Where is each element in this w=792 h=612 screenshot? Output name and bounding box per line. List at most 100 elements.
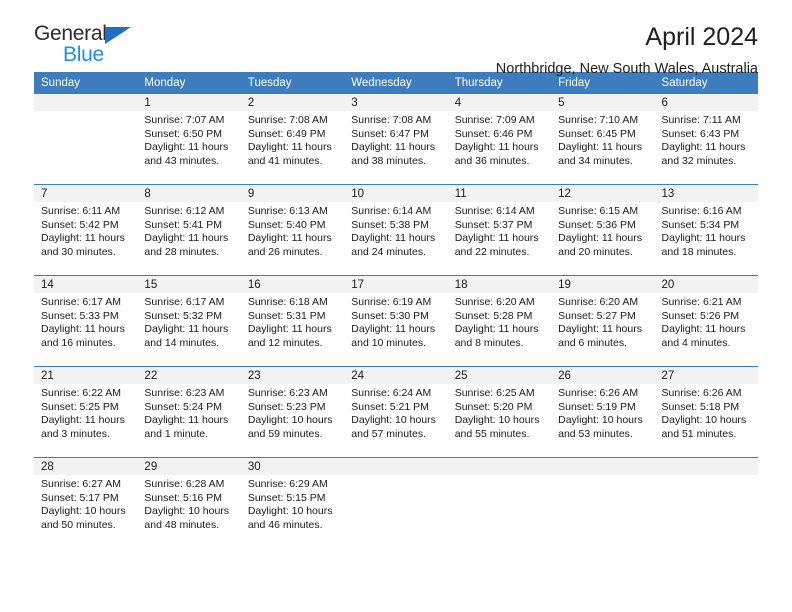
calendar-day-cell[interactable]: 11 Sunrise: 6:14 AM Sunset: 5:37 PM Dayligh… <box>447 184 552 276</box>
calendar-day-cell[interactable]: 30 Sunrise: 6:29 AM Sunset: 5:15 PM Dayligh… <box>240 457 345 548</box>
day-details: Sunrise: 7:11 AM Sunset: 6:43 PM Daylight:… <box>655 111 758 168</box>
daylight-line-2: and 24 minutes. <box>351 245 426 258</box>
sunrise-time: Sunrise: 6:20 AM <box>558 296 639 308</box>
calendar-day-cell[interactable]: 26 Sunrise: 6:26 AM Sunset: 5:19 PM Dayligh… <box>551 366 655 458</box>
daylight-line-2: and 12 minutes. <box>247 336 323 349</box>
daylight-line-1: Daylight: 11 hours <box>661 141 746 154</box>
sunset-time: Sunset: 5:32 PM <box>144 309 223 322</box>
day-cell-inner: 19 Sunrise: 6:20 AM Sunset: 5:27 PM Dayligh… <box>551 276 655 366</box>
day-cell-inner: 21 Sunrise: 6:22 AM Sunset: 5:25 PM Dayligh… <box>34 367 138 457</box>
sunrise-time: Sunrise: 7:09 AM <box>454 114 535 126</box>
day-details <box>655 475 758 478</box>
sunset-time: Sunset: 5:23 PM <box>247 400 326 413</box>
day-cell-inner: 25 Sunrise: 6:25 AM Sunset: 5:20 PM Dayligh… <box>447 367 552 457</box>
day-details: Sunrise: 7:08 AM Sunset: 6:47 PM Daylight:… <box>344 111 447 168</box>
day-cell-inner <box>654 458 758 548</box>
day-details: Sunrise: 6:19 AM Sunset: 5:30 PM Daylight:… <box>344 293 447 350</box>
day-number: 2 <box>240 94 345 111</box>
daylight-line-2: and 6 minutes. <box>558 336 627 349</box>
sunrise-time: Sunrise: 6:28 AM <box>144 478 225 490</box>
sunset-time: Sunset: 6:50 PM <box>144 127 223 140</box>
calendar-day-cell[interactable]: 28 Sunrise: 6:27 AM Sunset: 5:17 PM Dayligh… <box>34 457 138 548</box>
calendar-day-cell[interactable]: 22 Sunrise: 6:23 AM Sunset: 5:24 PM Dayligh… <box>137 366 241 458</box>
day-number: 25 <box>447 367 552 384</box>
sunrise-time: Sunrise: 6:17 AM <box>41 296 121 308</box>
calendar-day-cell[interactable]: 17 Sunrise: 6:19 AM Sunset: 5:30 PM Dayligh… <box>344 275 448 367</box>
day-number: 11 <box>447 185 552 202</box>
calendar-day-cell[interactable]: 19 Sunrise: 6:20 AM Sunset: 5:27 PM Dayligh… <box>551 275 655 367</box>
day-number: 7 <box>34 185 138 202</box>
calendar-day-cell[interactable]: 20 Sunrise: 6:21 AM Sunset: 5:26 PM Dayligh… <box>654 275 758 367</box>
calendar-day-cell[interactable]: 24 Sunrise: 6:24 AM Sunset: 5:21 PM Dayligh… <box>344 366 448 458</box>
day-number: 13 <box>654 185 758 202</box>
sunrise-time: Sunrise: 6:29 AM <box>247 478 328 490</box>
sunrise-time: Sunrise: 7:07 AM <box>144 114 225 126</box>
calendar-day-cell[interactable]: 16 Sunrise: 6:18 AM Sunset: 5:31 PM Dayligh… <box>240 275 345 367</box>
sunset-time: Sunset: 5:30 PM <box>351 309 429 322</box>
day-cell-inner: 29 Sunrise: 6:28 AM Sunset: 5:16 PM Dayligh… <box>137 458 241 548</box>
calendar-day-cell[interactable]: 15 Sunrise: 6:17 AM Sunset: 5:32 PM Dayligh… <box>137 275 241 367</box>
day-details: Sunrise: 6:20 AM Sunset: 5:28 PM Daylight:… <box>448 293 551 350</box>
calendar-day-cell[interactable]: 25 Sunrise: 6:25 AM Sunset: 5:20 PM Dayligh… <box>447 366 552 458</box>
calendar-day-cell[interactable]: 13 Sunrise: 6:16 AM Sunset: 5:34 PM Dayligh… <box>654 184 758 276</box>
daylight-line-1: Daylight: 10 hours <box>351 414 436 427</box>
day-details: Sunrise: 7:07 AM Sunset: 6:50 PM Daylight:… <box>137 111 240 168</box>
sunrise-time: Sunrise: 6:20 AM <box>454 296 535 308</box>
daylight-line-1: Daylight: 11 hours <box>41 323 125 336</box>
day-cell-inner: 24 Sunrise: 6:24 AM Sunset: 5:21 PM Dayligh… <box>344 367 448 457</box>
sunset-time: Sunset: 5:42 PM <box>41 218 119 231</box>
daylight-line-1: Daylight: 11 hours <box>351 323 436 336</box>
sunset-time: Sunset: 5:26 PM <box>661 309 740 322</box>
calendar-day-cell[interactable]: 6 Sunrise: 7:11 AM Sunset: 6:43 PM Daylight… <box>654 94 758 185</box>
daylight-line-2: and 8 minutes. <box>454 336 524 349</box>
day-details <box>344 475 447 478</box>
day-number <box>447 458 552 475</box>
calendar-day-cell[interactable]: 23 Sunrise: 6:23 AM Sunset: 5:23 PM Dayligh… <box>240 366 345 458</box>
calendar-day-cell[interactable]: 8 Sunrise: 6:12 AM Sunset: 5:41 PM Daylight… <box>137 184 241 276</box>
calendar-day-cell[interactable]: 4 Sunrise: 7:09 AM Sunset: 6:46 PM Daylight… <box>447 94 552 185</box>
sunset-time: Sunset: 6:49 PM <box>247 127 326 140</box>
daylight-line-2: and 36 minutes. <box>454 154 530 167</box>
day-details: Sunrise: 6:24 AM Sunset: 5:21 PM Daylight:… <box>344 384 447 441</box>
logo-text-blue: Blue <box>63 43 104 66</box>
day-details: Sunrise: 6:28 AM Sunset: 5:16 PM Daylight:… <box>137 475 240 532</box>
calendar-day-cell[interactable]: 9 Sunrise: 6:13 AM Sunset: 5:40 PM Daylight… <box>240 184 345 276</box>
calendar-day-cell[interactable]: 12 Sunrise: 6:15 AM Sunset: 5:36 PM Dayligh… <box>551 184 655 276</box>
day-details: Sunrise: 6:21 AM Sunset: 5:26 PM Daylight:… <box>655 293 758 350</box>
sunrise-time: Sunrise: 6:17 AM <box>144 296 225 308</box>
calendar-day-cell[interactable]: 5 Sunrise: 7:10 AM Sunset: 6:45 PM Daylight… <box>551 94 655 185</box>
sunset-time: Sunset: 5:19 PM <box>558 400 636 413</box>
daylight-line-2: and 43 minutes. <box>144 154 220 167</box>
daylight-line-2: and 20 minutes. <box>558 245 633 258</box>
sunset-time: Sunset: 5:17 PM <box>41 491 119 504</box>
day-number: 16 <box>240 276 345 293</box>
calendar-day-cell[interactable]: 2 Sunrise: 7:08 AM Sunset: 6:49 PM Daylight… <box>240 94 345 185</box>
sunset-time: Sunset: 5:16 PM <box>144 491 223 504</box>
calendar-day-cell[interactable]: 1 Sunrise: 7:07 AM Sunset: 6:50 PM Daylight… <box>137 94 241 185</box>
calendar-day-cell[interactable]: 10 Sunrise: 6:14 AM Sunset: 5:38 PM Dayligh… <box>344 184 448 276</box>
day-cell-inner: 11 Sunrise: 6:14 AM Sunset: 5:37 PM Dayligh… <box>447 185 552 275</box>
calendar-day-cell[interactable]: 27 Sunrise: 6:26 AM Sunset: 5:18 PM Dayligh… <box>654 366 758 458</box>
calendar-day-cell[interactable]: 7 Sunrise: 6:11 AM Sunset: 5:42 PM Daylight… <box>34 184 138 276</box>
sunrise-time: Sunrise: 6:19 AM <box>351 296 432 308</box>
daylight-line-2: and 10 minutes. <box>351 336 426 349</box>
sunset-time: Sunset: 5:38 PM <box>351 218 429 231</box>
daylight-line-2: and 51 minutes. <box>661 427 737 440</box>
calendar-day-cell[interactable]: 3 Sunrise: 7:08 AM Sunset: 6:47 PM Daylight… <box>344 94 448 185</box>
page-header: General Blue April 2024 Northbridge, New… <box>34 0 758 77</box>
calendar-week-row: 1 Sunrise: 7:07 AM Sunset: 6:50 PM Daylight… <box>34 94 758 185</box>
day-details: Sunrise: 6:22 AM Sunset: 5:25 PM Daylight:… <box>34 384 137 441</box>
sunrise-time: Sunrise: 6:11 AM <box>41 205 121 217</box>
calendar-day-cell[interactable]: 14 Sunrise: 6:17 AM Sunset: 5:33 PM Dayligh… <box>34 275 138 367</box>
sunset-time: Sunset: 5:28 PM <box>454 309 533 322</box>
daylight-line-1: Daylight: 11 hours <box>558 141 642 154</box>
day-number: 3 <box>344 94 448 111</box>
sunrise-time: Sunrise: 6:25 AM <box>454 387 535 399</box>
calendar-day-cell[interactable]: 21 Sunrise: 6:22 AM Sunset: 5:25 PM Dayligh… <box>34 366 138 458</box>
day-number <box>654 458 758 475</box>
daylight-line-1: Daylight: 11 hours <box>351 141 436 154</box>
calendar-day-cell[interactable]: 18 Sunrise: 6:20 AM Sunset: 5:28 PM Dayligh… <box>447 275 552 367</box>
calendar-day-cell[interactable]: 29 Sunrise: 6:28 AM Sunset: 5:16 PM Dayligh… <box>137 457 241 548</box>
sunrise-time: Sunrise: 7:08 AM <box>247 114 328 126</box>
daylight-line-2: and 14 minutes. <box>144 336 220 349</box>
